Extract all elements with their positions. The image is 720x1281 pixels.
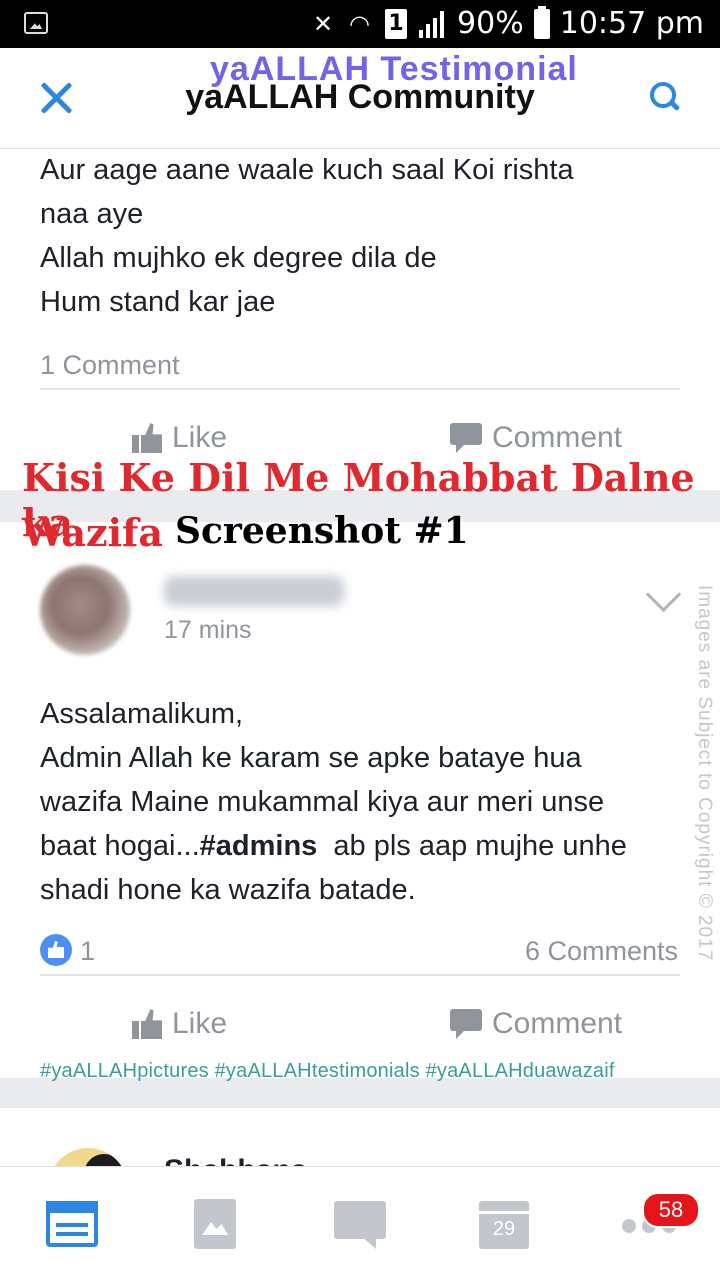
- post-body-previous: Aur aage aane waale kuch saal Koi rishta…: [40, 148, 574, 324]
- divider: [40, 388, 680, 390]
- battery-percent: 90%: [457, 6, 524, 41]
- close-icon[interactable]: [38, 80, 74, 116]
- like-button[interactable]: Like: [132, 421, 227, 455]
- copyright-watermark: Images are Subject to Copyright © 2017: [694, 585, 715, 962]
- signal-icon: [417, 10, 447, 38]
- like-label: Like: [172, 421, 228, 454]
- avatar[interactable]: [40, 565, 130, 655]
- wifi-icon: ◠: [349, 9, 370, 38]
- clock: 10:57 pm: [559, 6, 704, 41]
- like-icon: [132, 1009, 162, 1039]
- comment-button[interactable]: Comment: [450, 1007, 622, 1041]
- battery-icon: [533, 5, 550, 39]
- post-body-main: Assalamalikum, Admin Allah ke karam se a…: [40, 692, 690, 912]
- mention-link[interactable]: #admins: [200, 830, 318, 862]
- sim-slot-badge: 1: [385, 8, 408, 39]
- chevron-down-icon[interactable]: [645, 576, 682, 613]
- post-time: 17 mins: [164, 616, 252, 644]
- overlay-caption-black: Screenshot #1: [175, 510, 469, 552]
- bottom-nav: 29: [0, 1166, 720, 1281]
- photos-icon[interactable]: [194, 1199, 236, 1249]
- post-line: Hum stand kar jae: [40, 286, 276, 318]
- post-line: naa aye: [40, 198, 144, 230]
- post-line: Allah mujhko ek degree dila de: [40, 242, 437, 274]
- status-icons: ✕ ◠ 1 90% 10:57 pm: [313, 5, 704, 41]
- comment-count[interactable]: 1 Comment: [40, 343, 180, 387]
- search-icon[interactable]: [650, 82, 680, 112]
- calendar-icon[interactable]: 29: [479, 1201, 529, 1249]
- like-button[interactable]: Like: [132, 1007, 227, 1041]
- notification-badge: 58: [642, 1192, 700, 1228]
- reaction-like-icon[interactable]: [40, 934, 72, 966]
- post-text-last: shadi hone ka wazifa batade.: [40, 874, 416, 906]
- author-name-blurred[interactable]: [164, 576, 344, 606]
- mute-icon: ✕: [313, 9, 334, 38]
- author-name[interactable]: Shabbana Kh...: [164, 1158, 344, 1166]
- comment-icon: [450, 1009, 482, 1039]
- page-title: yaALLAH Community: [185, 78, 535, 116]
- comment-button[interactable]: Comment: [450, 421, 622, 455]
- comment-label: Comment: [492, 421, 623, 454]
- messages-icon[interactable]: [334, 1201, 386, 1239]
- post-text-cont: ab pls aap mujhe unhe: [317, 830, 627, 862]
- gallery-notification-icon: [24, 12, 48, 34]
- author-name-text: Shabbana Kh...: [164, 1158, 344, 1166]
- like-label: Like: [172, 1007, 228, 1040]
- overlay-caption-red-2: Wazifa: [22, 510, 163, 555]
- reaction-count[interactable]: 1: [80, 929, 95, 973]
- status-bar: ✕ ◠ 1 90% 10:57 pm: [0, 0, 720, 48]
- comment-count[interactable]: 6 Comments: [525, 929, 678, 973]
- post-line: Aur aage aane waale kuch saal Koi rishta: [40, 154, 574, 186]
- divider: [40, 974, 680, 976]
- news-feed-icon[interactable]: [46, 1201, 98, 1247]
- comment-icon: [450, 423, 482, 453]
- hashtag-watermark: #yaALLAHpictures #yaALLAHtestimonials #y…: [40, 1060, 615, 1082]
- calendar-day: 29: [492, 1218, 516, 1240]
- comment-label: Comment: [492, 1007, 623, 1040]
- like-icon: [132, 423, 162, 453]
